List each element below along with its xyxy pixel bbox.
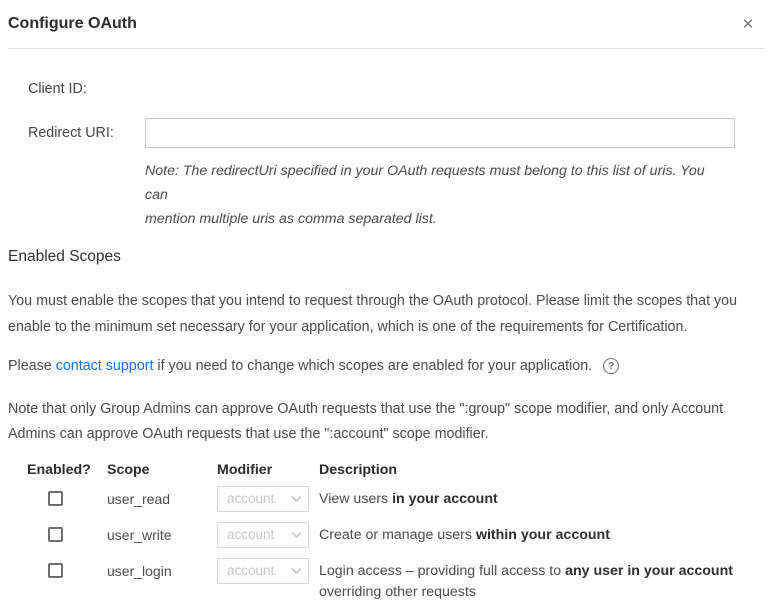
redirect-uri-row: Redirect URI: [0,118,773,148]
contact-support-paragraph: Please contact support if you need to ch… [8,356,765,376]
chevron-down-icon [291,495,302,503]
help-glyph: ? [608,356,614,376]
configure-oauth-dialog: { "dialog": { "title": "Configure OAuth"… [0,0,773,601]
scope-name: user_read [107,489,207,510]
chevron-down-icon [291,567,302,575]
dialog-header: Configure OAuth ✕ [8,0,765,49]
intro-line-1: You must enable the scopes that you inte… [8,288,765,314]
oauth-form: Client ID: Redirect URI: Note: The redir… [0,81,773,231]
support-prefix: Please [8,358,56,374]
client-id-row: Client ID: [0,81,773,97]
scope-description: Create or manage users within your accou… [319,525,764,546]
scopes-table-header: Enabled? Scope Modifier Description [27,462,773,478]
chevron-down-icon [291,531,302,539]
enabled-scopes-heading: Enabled Scopes [8,248,773,266]
support-suffix: if you need to change which scopes are e… [153,358,592,374]
enabled-checkbox[interactable] [48,491,63,506]
header-enabled: Enabled? [27,462,107,478]
note-line-2: mention multiple uris as comma separated… [145,207,720,231]
client-id-label: Client ID: [28,81,145,97]
scopes-intro-paragraph: You must enable the scopes that you inte… [8,288,765,340]
modifier-select: account [217,522,309,548]
modifier-value: account [227,563,274,578]
admin-note-line-1: Note that only Group Admins can approve … [8,397,765,422]
table-row-user-write: user_write account Create or manage user… [27,525,773,548]
enabled-checkbox[interactable] [48,527,63,542]
scopes-table: Enabled? Scope Modifier Description user… [27,462,773,601]
note-line-1: Note: The redirectUri specified in your … [145,159,720,207]
intro-line-2: enable to the minimum set necessary for … [8,314,765,340]
header-modifier: Modifier [217,462,319,478]
table-row-user-read: user_read account View users in your acc… [27,489,773,512]
enabled-checkbox[interactable] [48,563,63,578]
scope-description: Login access – providing full access to … [319,561,764,601]
modifier-value: account [227,491,274,506]
admin-note-line-2: Admins can approve OAuth requests that u… [8,422,765,447]
modifier-select: account [217,558,309,584]
scope-description: View users in your account [319,489,764,510]
redirect-uri-note: Note: The redirectUri specified in your … [145,159,720,231]
help-icon[interactable]: ? [603,358,619,374]
redirect-uri-input[interactable] [145,118,735,148]
scope-name: user_write [107,525,207,546]
modifier-value: account [227,527,274,542]
header-description: Description [319,462,764,478]
close-button[interactable]: ✕ [737,13,759,35]
scope-name: user_login [107,561,207,582]
page-title: Configure OAuth [8,15,137,33]
redirect-uri-label: Redirect URI: [28,125,145,141]
header-scope: Scope [107,462,217,478]
close-icon: ✕ [742,15,755,33]
support-text: Please contact support if you need to ch… [8,356,592,376]
contact-support-link[interactable]: contact support [56,358,154,374]
table-row-user-login: user_login account Login access – provid… [27,561,773,601]
modifier-select: account [217,486,309,512]
admin-note-paragraph: Note that only Group Admins can approve … [8,397,765,447]
